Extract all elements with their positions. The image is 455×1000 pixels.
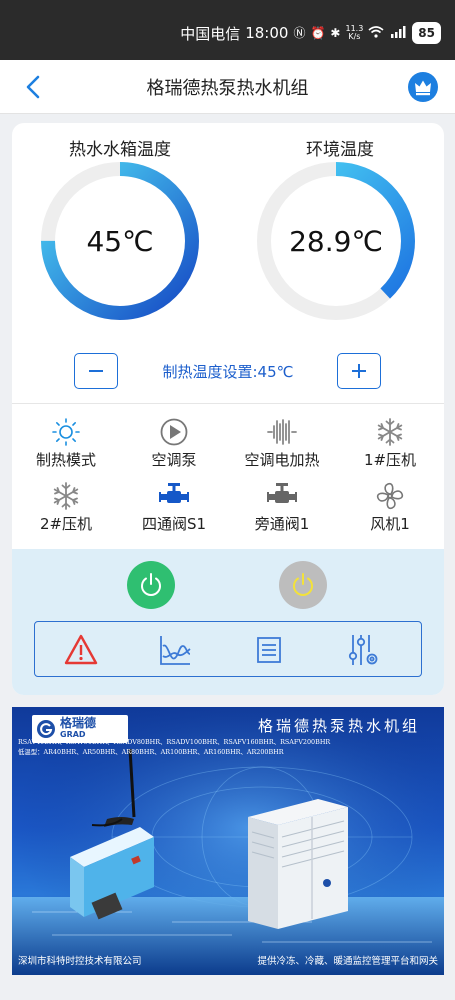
banner-title: 格瑞德热泵热水机组 [257,717,420,735]
snowflake-icon [377,418,403,446]
network-speed-unit: K/s [348,32,361,41]
status-label: 空调电加热 [244,451,320,469]
banner-models: RSAV40BHR、RSAV50BHR、RSADV80BHR、RSADV100B… [18,737,442,757]
tool-bar [34,621,422,677]
power-icon [293,573,313,596]
signal-5g-icon [389,26,407,40]
status-label: 旁通阀1 [254,515,310,533]
banner-company: 深圳市科特时控技术有限公司 [18,956,142,967]
snowflake-icon [53,482,79,510]
network-speed: 11.3 K/s [345,25,363,41]
status-label: 1#压机 [363,451,417,469]
status-label: 2#压机 [39,515,93,533]
electric-heater-icon [267,419,297,445]
banner-slogan: 提供冷冻、冷藏、暖通监控管理平台和网关 [257,956,438,967]
sun-icon [52,418,80,446]
status-ac-electric-heater: 空调电加热 [228,417,336,470]
settings-sliders-icon[interactable] [345,632,381,668]
promo-banner[interactable]: 格瑞德 GRAD 格瑞德热泵热水机组 RSAV40BHR、RSAV50BHR、R… [12,707,444,975]
divider [12,403,444,404]
app-header: 格瑞德热泵热水机组 [0,60,455,114]
battery-indicator: 85 [412,22,441,44]
wifi-icon [368,26,384,40]
fan-icon [376,482,404,510]
status-bar-right: 中国电信 18:00 Ⓝ ⏰ ✱ 11.3 K/s 85 [180,20,441,46]
clock: 18:00 [245,24,289,42]
power-off-button[interactable] [279,561,327,609]
banner-models-line-2: 低温型：AR40BHR、AR50BHR、AR80BHR、AR100BHR、AR1… [18,748,284,756]
status-bypass-valve: 旁通阀1 [228,481,336,534]
power-on-button[interactable] [127,561,175,609]
increase-setpoint-button[interactable] [337,353,381,389]
plus-icon [352,364,366,378]
ambient-temp-value: 28.9℃ [289,225,383,258]
nfc-icon: Ⓝ [293,26,306,40]
status-fan-1: 风机1 [336,481,444,534]
control-panel [12,549,444,695]
page-title: 格瑞德热泵热水机组 [146,78,309,99]
alarm-icon[interactable] [63,632,99,668]
tank-temp-value: 45℃ [86,225,154,258]
status-label: 空调泵 [151,451,197,469]
valve-icon [159,483,189,503]
status-four-way-valve: 四通阀S1 [120,481,228,534]
tank-temp-label: 热水水箱温度 [69,140,171,160]
status-label: 风机1 [370,515,410,533]
status-label: 制热模式 [35,451,96,469]
banner-logo-text: 格瑞德 [60,716,97,730]
status-heating-mode: 制热模式 [12,417,120,470]
pump-icon [160,418,188,446]
device-card: 热水水箱温度 45℃ 环境温度 28.9℃ 制热温度设置:45℃ 制热模式 空调… [12,123,444,695]
valve-icon [267,483,297,503]
carrier-name: 中国电信 [180,24,241,43]
grad-logo-icon [37,720,55,738]
alarm-clock-icon: ⏰ [310,26,326,40]
list-icon[interactable] [251,632,287,668]
banner-footer: 深圳市科特时控技术有限公司 提供冷冻、冷藏、暖通监控管理平台和网关 [18,953,438,967]
status-bar: 中国电信 18:00 Ⓝ ⏰ ✱ 11.3 K/s 85 [0,0,455,60]
bluetooth-icon: ✱ [330,26,341,40]
crown-icon[interactable] [408,72,438,102]
status-ac-pump: 空调泵 [120,417,228,470]
status-label: 四通阀S1 [141,515,207,533]
power-icon [141,573,161,596]
status-compressor-2: 2#压机 [12,481,120,534]
ambient-temp-label: 环境温度 [306,140,374,160]
trend-chart-icon[interactable] [157,632,193,668]
banner-models-line-1: RSAV40BHR、RSAV50BHR、RSADV80BHR、RSADV100B… [18,738,331,746]
status-compressor-1: 1#压机 [336,417,444,470]
